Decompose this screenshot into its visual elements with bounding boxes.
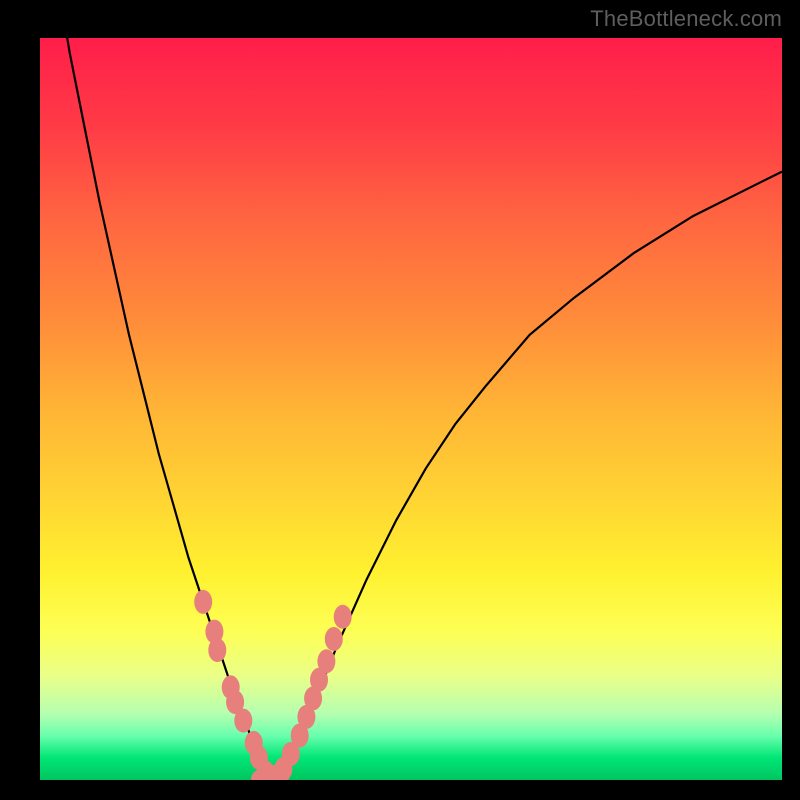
chart-frame: TheBottleneck.com [0, 0, 800, 800]
marker-right [334, 605, 352, 629]
marker-left [208, 638, 226, 662]
marker-right [325, 627, 343, 651]
plot-svg [40, 38, 782, 780]
marker-left [194, 590, 212, 614]
bottleneck-curve [55, 38, 782, 780]
watermark-text: TheBottleneck.com [590, 6, 782, 32]
marker-right [317, 649, 335, 673]
scatter-left-group [194, 590, 279, 780]
plot-area [40, 38, 782, 780]
marker-left [234, 709, 252, 733]
scatter-right-group [268, 605, 351, 780]
